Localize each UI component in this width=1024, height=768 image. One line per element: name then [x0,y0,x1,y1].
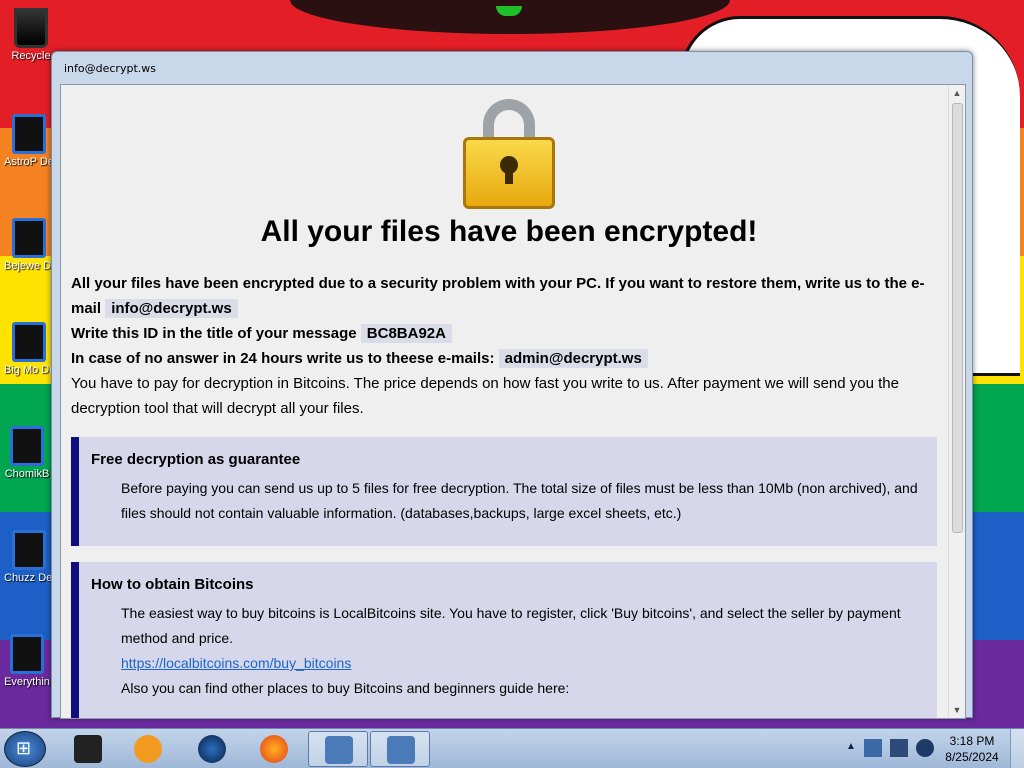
tray-expand-icon[interactable]: ▲ [846,741,856,752]
app-icon [12,322,46,362]
panel-obtain-bitcoins: How to obtain Bitcoins The easiest way t… [71,562,937,718]
scroll-up-icon[interactable]: ▲ [949,85,965,101]
victim-id[interactable]: BC8BA92A [360,324,452,343]
desktop-icon-bejeweled[interactable]: Bejewe Deluxe.lr [4,218,54,273]
desktop-icon-everything[interactable]: Everythin [2,634,52,689]
intro-text: All your files have been encrypted due t… [71,271,947,421]
ransom-window: info@decrypt.ws All your files have been… [51,51,973,719]
scroll-down-icon[interactable]: ▼ [949,702,965,718]
desktop-icon-chomikbox[interactable]: ChomikB [2,426,52,481]
desktop-icon-recycle[interactable]: Recycle [6,8,56,63]
recycle-bin-icon [14,8,48,48]
taskbar-app-2[interactable] [370,731,430,767]
media-player-icon [134,735,162,763]
desktop-icon-astrop[interactable]: AstroP Deluxe.lr [4,114,54,169]
taskbar: ▲ 3:18 PM 8/25/2024 [0,728,1024,768]
globe-icon [198,735,226,763]
intro-line-3: In case of no answer in 24 hours write u… [71,346,947,371]
firefox-icon [260,735,288,763]
network-app-icon [387,736,415,764]
network-tray-icon[interactable] [864,739,882,757]
intro-line-2: Write this ID in the title of your messa… [71,321,947,346]
desktop-icon-bigmoney[interactable]: Big Mo Deluxe.lr [4,322,54,377]
taskbar-firefox[interactable] [244,731,304,767]
app-icon [12,218,46,258]
action-center-icon[interactable] [916,739,934,757]
start-button[interactable] [4,731,46,767]
window-client: All your files have been encrypted! All … [60,84,966,719]
network-app-icon [325,736,353,764]
padlock-icon [459,95,559,211]
vertical-scrollbar[interactable]: ▲ ▼ [948,85,965,718]
panel-title: How to obtain Bitcoins [91,576,254,593]
clock[interactable]: 3:18 PM 8/25/2024 [942,733,1002,765]
app-icon [12,114,46,154]
page-title: All your files have been encrypted! [260,215,758,248]
desktop-icon-chuzzle[interactable]: Chuzz Deluxe.lr [4,530,54,585]
taskbar-app-1[interactable] [308,731,368,767]
app-icon [10,426,44,466]
panel-body: Before paying you can send us up to 5 fi… [121,480,918,521]
intro-line-1: All your files have been encrypted due t… [71,275,925,318]
secondary-email[interactable]: admin@decrypt.ws [498,349,648,368]
taskbar-media-player[interactable] [118,731,178,767]
app-icon [12,530,46,570]
primary-email[interactable]: info@decrypt.ws [105,299,238,318]
volume-tray-icon[interactable] [890,739,908,757]
window-title[interactable]: info@decrypt.ws [52,52,972,84]
panel-title: Free decryption as guarantee [91,451,301,468]
system-tray: ▲ 3:18 PM 8/25/2024 [840,729,1024,768]
panel-body-2: Also you can find other places to buy Bi… [121,680,570,696]
scroll-thumb[interactable] [952,103,963,533]
taskbar-browser[interactable] [182,731,242,767]
ransom-content: All your files have been encrypted! All … [71,85,947,718]
panel-free-decryption: Free decryption as guarantee Before payi… [71,437,937,546]
show-desktop-button[interactable] [1010,729,1024,768]
app-icon [10,634,44,674]
panel-body: The easiest way to buy bitcoins is Local… [121,605,901,646]
taskbar-terminal[interactable] [58,731,118,767]
terminal-icon [74,735,102,763]
localbitcoins-link[interactable]: https://localbitcoins.com/buy_bitcoins [121,655,351,671]
intro-line-4: You have to pay for decryption in Bitcoi… [71,375,899,417]
